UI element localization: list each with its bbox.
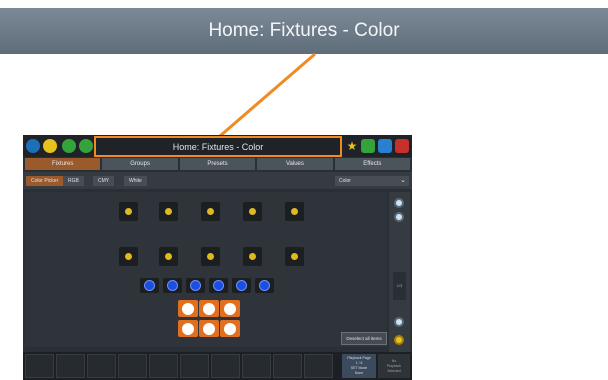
playback-slot[interactable] <box>242 354 271 378</box>
fixture-tile[interactable] <box>232 278 251 293</box>
back-arrow-icon[interactable] <box>62 139 76 153</box>
title-banner: Home: Fixtures - Color <box>0 8 608 54</box>
color-dropdown[interactable]: Color ⌄ <box>335 176 409 186</box>
set-mode-value: None <box>354 371 364 375</box>
fixture-tile[interactable] <box>285 247 304 266</box>
tab-values[interactable]: Values <box>257 158 333 170</box>
fixture-tile[interactable] <box>243 202 262 221</box>
fixture-tile[interactable] <box>119 202 138 221</box>
tab-presets[interactable]: Presets <box>179 158 256 170</box>
page-indicator: 1/3 <box>393 272 406 300</box>
fixture-tile-selected[interactable] <box>220 300 240 317</box>
playback-slot[interactable] <box>180 354 209 378</box>
fixture-tile[interactable] <box>186 278 205 293</box>
menu-icon[interactable] <box>395 139 409 153</box>
highlight-box: Home: Fixtures - Color <box>94 136 342 157</box>
fixture-tile-selected[interactable] <box>220 320 240 337</box>
chevron-down-icon: ⌄ <box>400 177 406 184</box>
fixture-tile[interactable] <box>119 247 138 266</box>
eye-icon[interactable] <box>26 139 40 153</box>
zoom-out-icon[interactable] <box>394 212 404 222</box>
tab-effects[interactable]: Effects <box>334 158 411 170</box>
lightbulb-icon[interactable] <box>43 139 57 153</box>
fixture-tile[interactable] <box>163 278 182 293</box>
subtab-color-picker[interactable]: Color Picker <box>26 176 64 186</box>
fixture-tile-selected[interactable] <box>178 320 198 337</box>
fixture-tile-selected[interactable] <box>178 300 198 317</box>
fixture-tile-selected[interactable] <box>199 300 219 317</box>
playback-slot[interactable] <box>25 354 54 378</box>
fixture-grid <box>25 192 387 347</box>
playback-slot[interactable] <box>273 354 302 378</box>
banner-title: Home: Fixtures - Color <box>208 20 400 41</box>
fixture-tile-selected[interactable] <box>199 320 219 337</box>
playback-slot[interactable] <box>87 354 116 378</box>
fixture-tile[interactable] <box>209 278 228 293</box>
star-icon[interactable]: ★ <box>345 139 359 153</box>
dropdown-value: Color <box>339 178 351 184</box>
fixture-tile[interactable] <box>159 202 178 221</box>
main-tabs: Fixtures Groups Presets Values Effects <box>25 158 411 170</box>
top-bar: Home: Fixtures - Color ★ <box>23 135 412 157</box>
fixture-tile[interactable] <box>159 247 178 266</box>
fixture-tile[interactable] <box>285 202 304 221</box>
home-icon[interactable] <box>378 139 392 153</box>
playback-slot[interactable] <box>304 354 333 378</box>
deselect-all-button[interactable]: Deselect all items <box>341 332 387 345</box>
subtab-rgb[interactable]: RGB <box>63 176 84 186</box>
fixture-tile[interactable] <box>255 278 274 293</box>
sub-toolbar: Color Picker RGB CMY White Color ⌄ <box>23 172 412 189</box>
playback-slot[interactable] <box>149 354 178 378</box>
fixture-tile[interactable] <box>140 278 159 293</box>
app-window: Home: Fixtures - Color ★ Fixtures Groups… <box>23 135 412 380</box>
no-playback-indicator: No Playback Selected <box>378 354 410 378</box>
playback-slot[interactable] <box>56 354 85 378</box>
playback-page-button[interactable]: Playback Page 1 / 6 SET Mode None <box>342 354 376 378</box>
playback-slot[interactable] <box>118 354 147 378</box>
app-title: Home: Fixtures - Color <box>172 142 264 152</box>
fixture-tile[interactable] <box>201 247 220 266</box>
subtab-cmy[interactable]: CMY <box>93 176 115 186</box>
fixture-tile[interactable] <box>201 202 220 221</box>
forward-arrow-icon[interactable] <box>79 139 93 153</box>
grid-icon[interactable] <box>361 139 375 153</box>
side-scroll-panel: 1/3 <box>389 192 410 352</box>
subtab-white[interactable]: White <box>124 176 147 186</box>
fixture-tile[interactable] <box>243 247 262 266</box>
move-icon[interactable] <box>394 335 404 345</box>
playback-slot[interactable] <box>211 354 240 378</box>
scroll-down-icon[interactable] <box>394 317 404 327</box>
tab-groups[interactable]: Groups <box>102 158 178 170</box>
tab-fixtures[interactable]: Fixtures <box>25 158 101 170</box>
zoom-in-icon[interactable] <box>394 198 404 208</box>
playback-bar: Playback Page 1 / 6 SET Mode None No Pla… <box>23 352 412 380</box>
no-playback-line3: Selected <box>387 369 401 373</box>
